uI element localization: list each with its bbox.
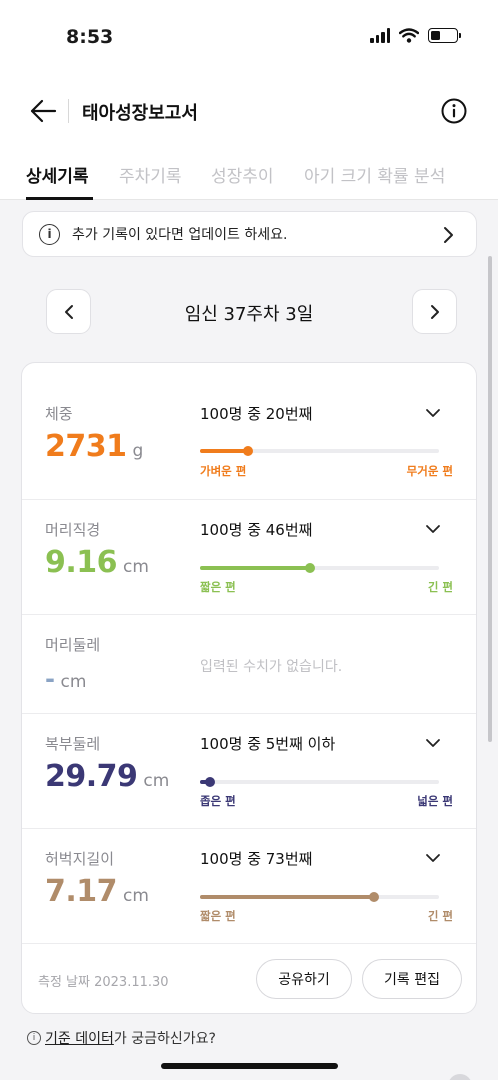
percentile-fill [200,566,310,570]
tab-size-probability[interactable]: 아기 크기 확률 분석 [304,162,445,187]
percentile-track [200,777,439,787]
next-week-button[interactable] [412,289,457,334]
rank-text: 100명 중 20번째 [200,405,313,423]
measurement-label: 머리직경 [45,521,101,539]
value-number: 9.16 [45,545,118,580]
measurement-card: 체중 2731 g 100명 중 20번째 가벼운 편 무거운 편 머리직경 9.… [21,362,477,1014]
share-button[interactable]: 공유하기 [256,959,352,999]
home-indicator [161,1063,338,1069]
measurement-row-femur-length[interactable]: 허벅지길이 7.17 cm 100명 중 73번째 짧은 편 긴 편 [22,829,476,944]
measurement-date: 측정 날짜 2023.11.30 [38,975,169,990]
scrollbar[interactable] [488,256,492,742]
active-tab-indicator [26,197,93,200]
percentile-fill [200,895,375,899]
tab-detail-record[interactable]: 상세기록 [26,162,89,187]
header-divider [68,99,69,123]
measurement-row-abdominal-circumference[interactable]: 복부둘레 29.79 cm 100명 중 5번째 이하 좁은 편 넓은 편 [22,714,476,829]
low-end-label: 짧은 편 [200,909,236,923]
cellular-signal-icon [370,28,390,43]
floating-button[interactable] [448,1074,472,1080]
chevron-down-icon[interactable] [425,735,441,751]
measurement-value: 29.79 cm [45,759,169,794]
tab-bar: 상세기록 주차기록 성장추이 아기 크기 확률 분석 [0,158,498,200]
value-unit: cm [123,557,149,577]
page-title: 태아성장보고서 [82,103,198,124]
chevron-down-icon[interactable] [425,405,441,421]
status-icons [370,28,461,43]
measurement-value: 9.16 cm [45,545,149,580]
update-notice-banner[interactable]: i 추가 기록이 있다면 업데이트 하세요. [22,211,477,257]
low-end-label: 가벼운 편 [200,464,247,478]
info-button[interactable] [440,97,468,125]
value-unit: cm [123,886,149,906]
value-unit: g [132,441,144,461]
high-end-label: 긴 편 [427,909,453,923]
high-end-label: 무거운 편 [406,464,453,478]
value-unit: cm [60,672,87,692]
empty-value-text: 입력된 수치가 없습니다. [200,659,343,675]
measurement-value: 7.17 cm [45,874,149,909]
notice-info-icon: i [39,223,60,245]
rank-text: 100명 중 73번째 [200,850,313,868]
measurement-value: 2731 g [45,429,143,464]
percentile-marker [204,777,215,787]
value-number: 29.79 [45,759,138,794]
chevron-down-icon[interactable] [425,850,441,866]
high-end-label: 긴 편 [427,580,453,594]
value-number: 2731 [45,429,127,464]
battery-icon [428,28,461,43]
notice-text: 추가 기록이 있다면 업데이트 하세요. [72,227,288,243]
back-button[interactable] [26,94,60,128]
measurement-label: 머리둘레 [45,636,101,654]
low-end-label: 짧은 편 [200,580,236,594]
measurement-row-head-diameter[interactable]: 머리직경 9.16 cm 100명 중 46번째 짧은 편 긴 편 [22,500,476,615]
reference-data-link[interactable]: i 기준 데이터가 궁금하신가요? [27,1028,216,1048]
arrow-left-icon [30,99,57,123]
top-area: 8:53 태아성장보고서 상세기록 주차기록 성장추이 아기 크기 확률 분석 [0,0,498,200]
chevron-down-icon[interactable] [425,521,441,537]
chevron-right-icon [430,304,439,319]
percentile-fill [200,449,248,453]
percentile-marker [304,563,315,573]
measurement-value: - cm [45,665,86,693]
reference-data-link-text[interactable]: 기준 데이터 [45,1031,114,1047]
status-time: 8:53 [66,26,114,48]
measurement-label: 체중 [45,405,73,423]
measurement-label: 복부둘레 [45,735,101,753]
tab-growth-trend[interactable]: 성장추이 [211,162,274,187]
percentile-marker [242,446,253,456]
value-unit: cm [143,771,170,791]
measurement-row-weight[interactable]: 체중 2731 g 100명 중 20번째 가벼운 편 무거운 편 [22,363,476,500]
measurement-label: 허벅지길이 [45,850,115,868]
value-number: 7.17 [45,874,118,909]
high-end-label: 넓은 편 [417,794,453,808]
rank-text: 100명 중 46번째 [200,521,313,539]
percentile-track [200,446,439,456]
percentile-track [200,892,439,902]
wifi-icon [399,28,419,43]
measurement-row-head-circumference[interactable]: 머리둘레 - cm 입력된 수치가 없습니다. [22,615,476,714]
edit-record-button[interactable]: 기록 편집 [362,959,462,999]
info-icon [441,98,467,124]
tab-weekly-record[interactable]: 주차기록 [119,162,182,187]
percentile-marker [369,892,380,902]
value-number: - [45,665,55,693]
rank-text: 100명 중 5번째 이하 [200,735,336,753]
reference-data-suffix: 가 궁금하신가요? [113,1031,216,1047]
chevron-right-icon [444,227,453,243]
info-icon: i [27,1031,41,1045]
percentile-track [200,563,439,573]
low-end-label: 좁은 편 [200,794,236,808]
